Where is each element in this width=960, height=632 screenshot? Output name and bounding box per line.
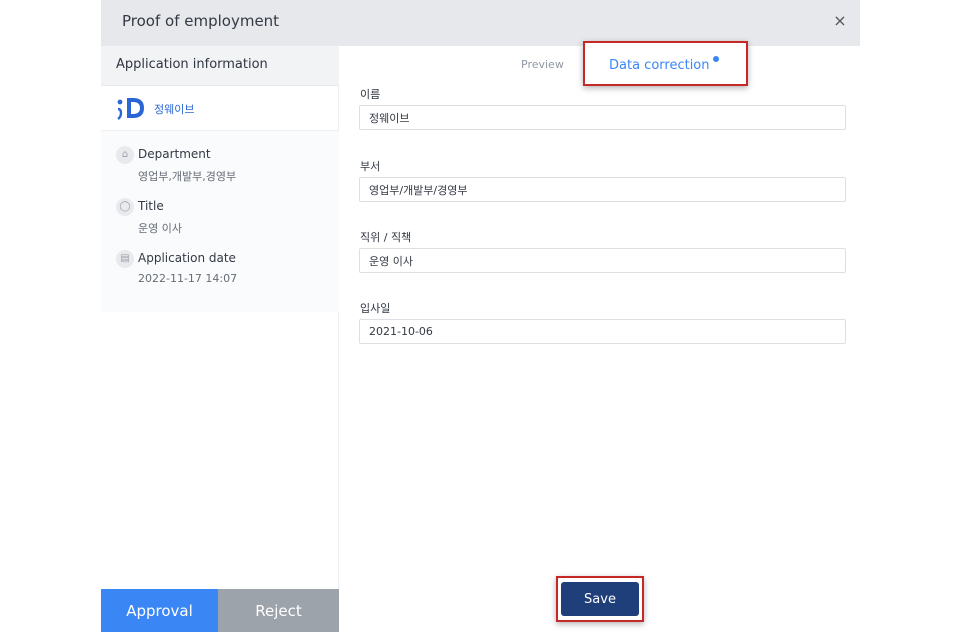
reject-button[interactable]: Reject bbox=[218, 589, 339, 632]
application-info-title: Application information bbox=[116, 57, 268, 72]
proof-of-employment-modal: Proof of employment × Application inform… bbox=[101, 0, 860, 632]
modal-title: Proof of employment bbox=[122, 12, 280, 30]
organization-row: 정웨이브 bbox=[101, 86, 339, 131]
title-value: 운영 이사 bbox=[138, 222, 182, 235]
title-label: Title bbox=[138, 199, 164, 213]
tab-data-correction-highlight: Data correction bbox=[583, 41, 748, 86]
form-panel: Preview Data correction 이름 부서 직위 / 직책 입사… bbox=[340, 41, 860, 632]
tab-data-correction[interactable]: Data correction bbox=[609, 58, 710, 73]
application-info-panel: Application information 정웨이브 ⌂ Departmen… bbox=[101, 46, 339, 632]
department-label: Department bbox=[138, 147, 211, 161]
tab-preview[interactable]: Preview bbox=[521, 58, 564, 71]
department-field-label: 부서 bbox=[360, 160, 381, 173]
name-field[interactable] bbox=[359, 105, 846, 130]
department-icon: ⌂ bbox=[116, 146, 134, 164]
application-date-label: Application date bbox=[138, 251, 236, 265]
id-logo-icon bbox=[117, 98, 144, 120]
position-label: 직위 / 직책 bbox=[360, 231, 412, 244]
person-icon: ◯ bbox=[116, 198, 134, 216]
save-button-highlight: Save bbox=[556, 576, 644, 622]
hire-date-label: 입사일 bbox=[360, 302, 391, 315]
department-field[interactable] bbox=[359, 177, 846, 202]
approval-button[interactable]: Approval bbox=[101, 589, 218, 632]
modal-header: Proof of employment × bbox=[101, 0, 860, 46]
calendar-icon: ▤ bbox=[116, 250, 134, 268]
application-info-heading: Application information bbox=[101, 46, 339, 86]
application-date-value: 2022-11-17 14:07 bbox=[138, 272, 238, 285]
save-button[interactable]: Save bbox=[561, 582, 639, 616]
organization-name: 정웨이브 bbox=[154, 103, 195, 116]
department-value: 영업부,개발부,경영부 bbox=[138, 170, 237, 183]
position-field[interactable] bbox=[359, 248, 846, 273]
name-label: 이름 bbox=[360, 88, 381, 101]
application-details: ⌂ Department 영업부,개발부,경영부 ◯ Title 운영 이사 ▤… bbox=[101, 131, 339, 312]
hire-date-field[interactable] bbox=[359, 319, 846, 344]
close-icon[interactable]: × bbox=[831, 11, 849, 31]
active-dot-icon bbox=[713, 56, 719, 62]
